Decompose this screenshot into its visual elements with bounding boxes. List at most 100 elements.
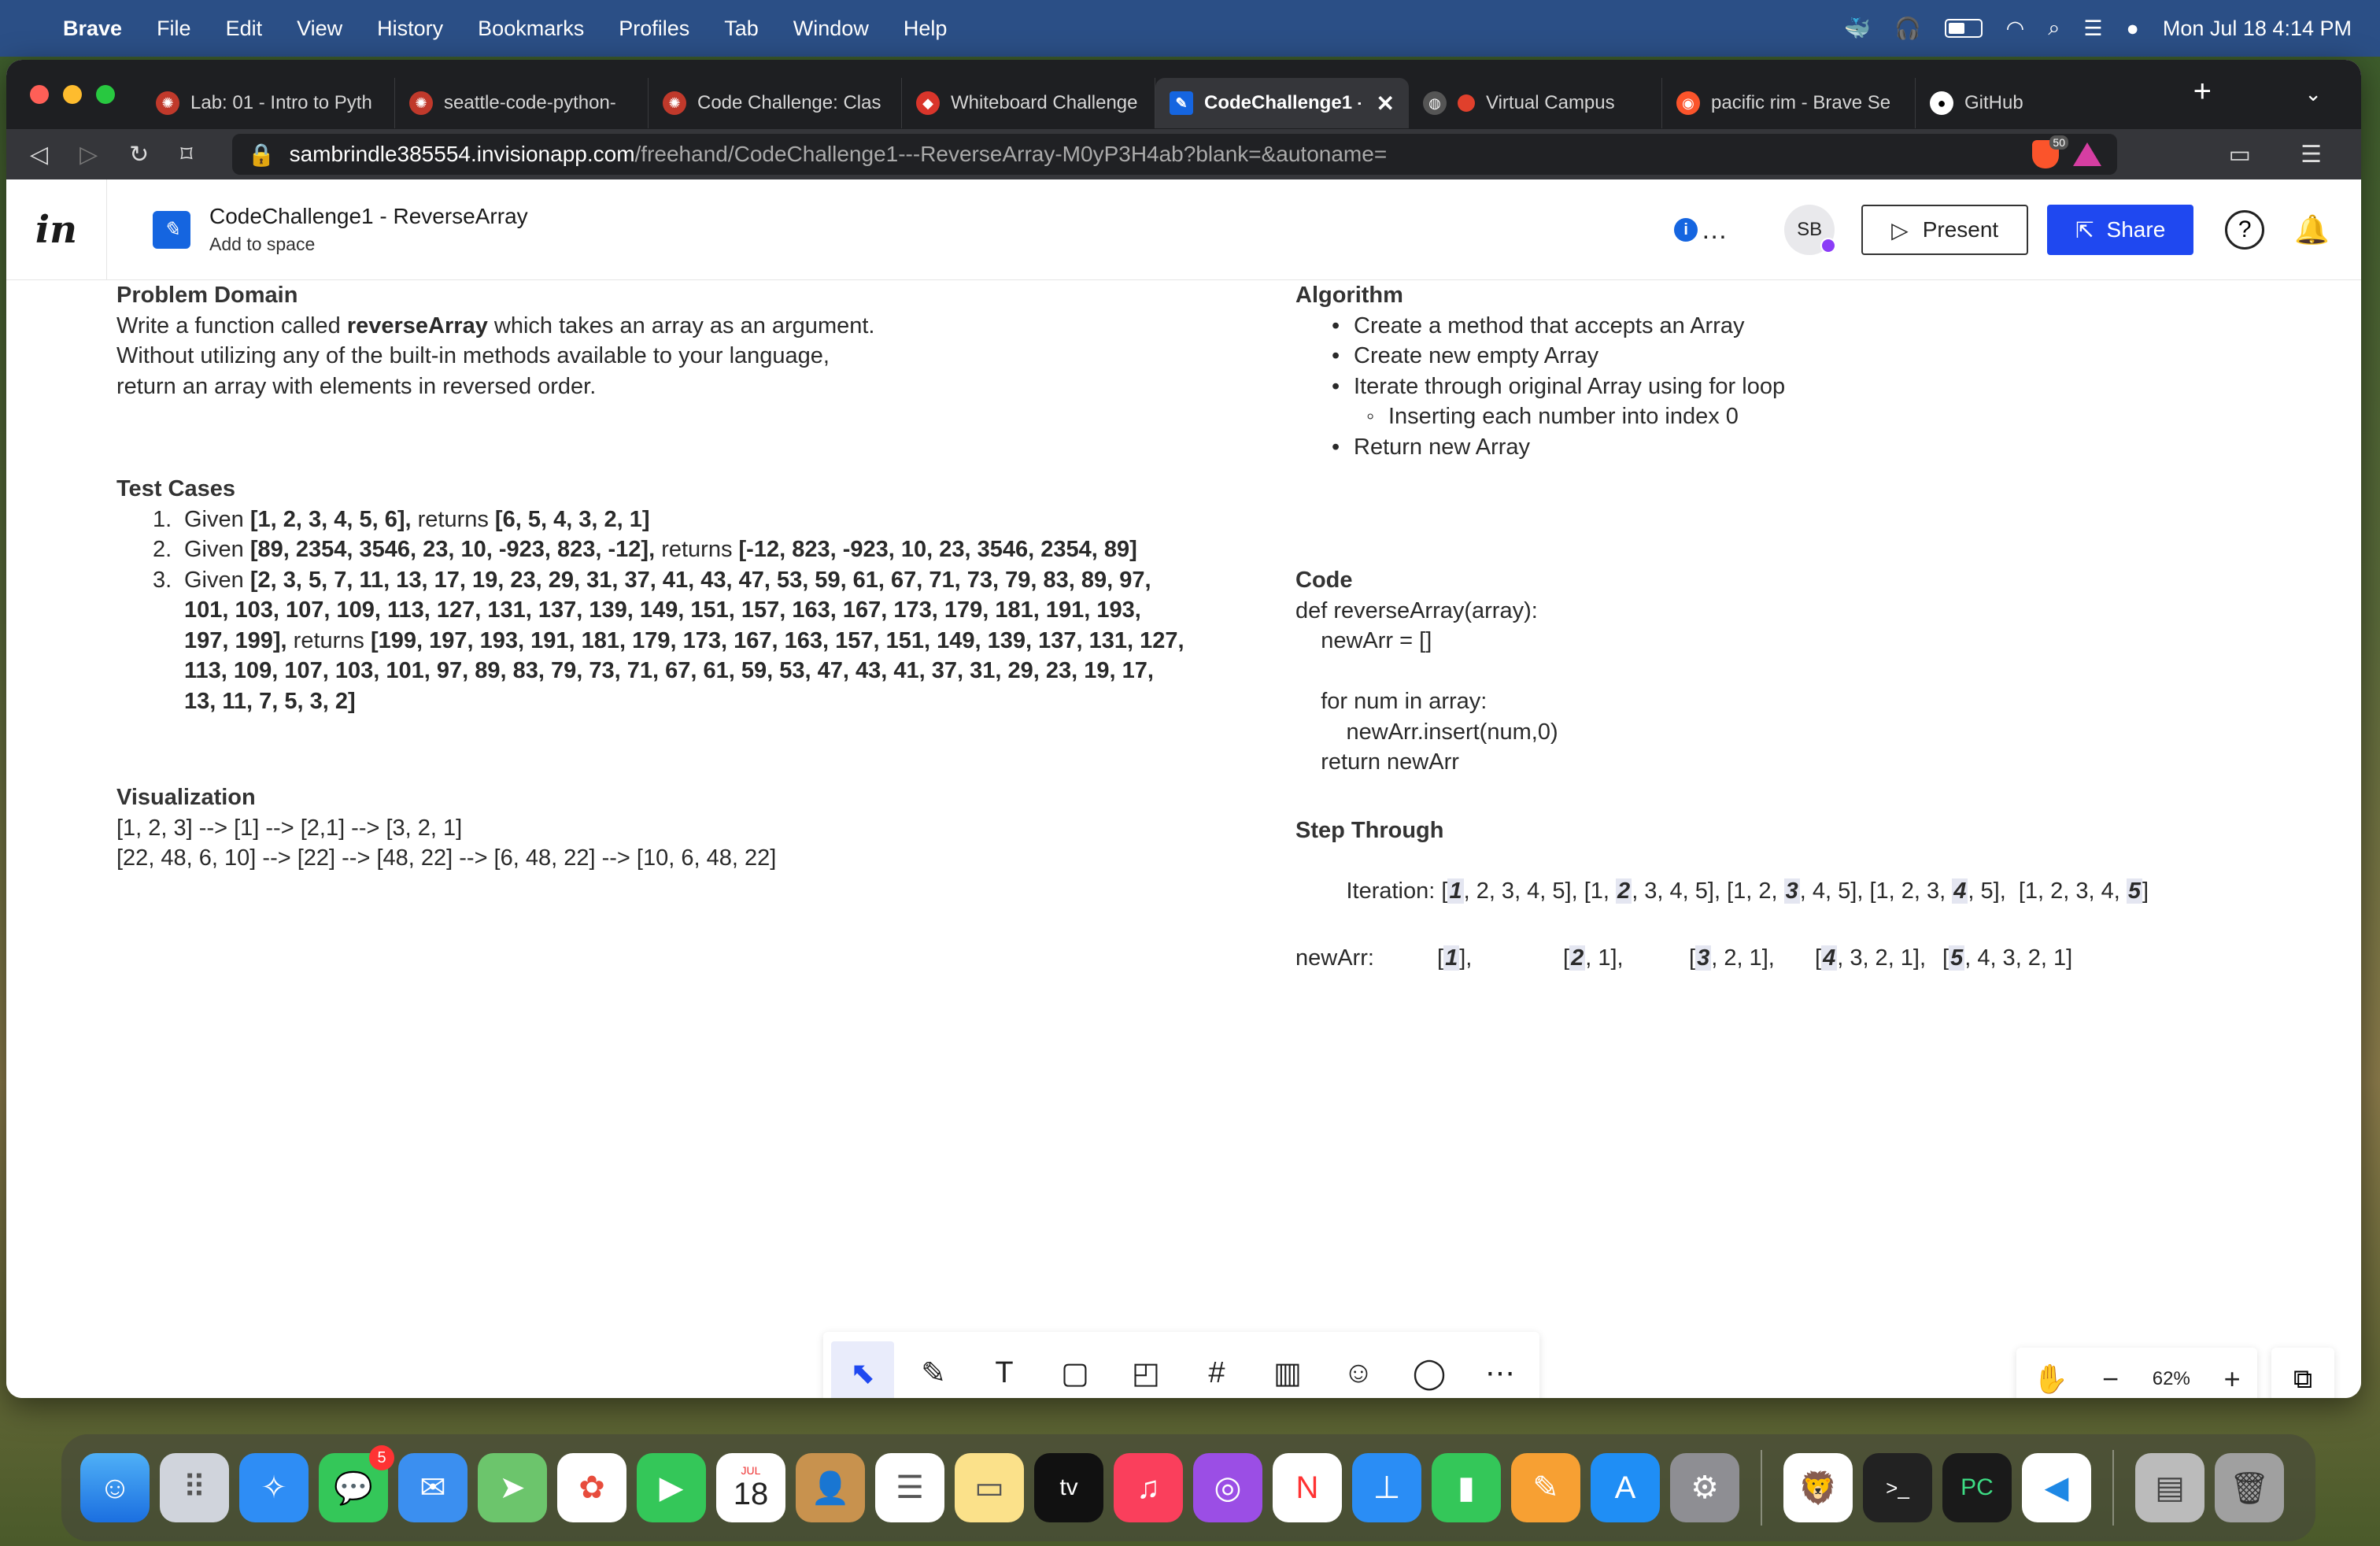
apple-tv-icon[interactable]: tv bbox=[1034, 1453, 1103, 1522]
keynote-icon[interactable]: ⊥ bbox=[1352, 1453, 1421, 1522]
chevron-down-icon[interactable]: ⌄ bbox=[2304, 82, 2322, 106]
zoom-in-button[interactable]: + bbox=[2224, 1363, 2241, 1396]
invision-logo[interactable]: in bbox=[6, 179, 107, 280]
test-cases-block[interactable]: Test Cases 1. Given [1, 2, 3, 4, 5, 6], r… bbox=[116, 474, 1187, 716]
newarr-block[interactable]: newArr: [1], [2, 1], [3, 2, 1], [4, 3, 2… bbox=[1295, 943, 2334, 975]
downloads-stack-icon[interactable]: ▤ bbox=[2135, 1453, 2204, 1522]
sticky-note-icon[interactable]: ◰ bbox=[1114, 1341, 1177, 1398]
podcasts-icon[interactable]: ◎ bbox=[1193, 1453, 1262, 1522]
launchpad-icon[interactable]: ⠿ bbox=[160, 1453, 229, 1522]
sticker-icon[interactable]: ☺ bbox=[1327, 1341, 1390, 1398]
select-tool-icon[interactable]: ⬉ bbox=[831, 1341, 894, 1398]
frame-tool-icon[interactable]: # bbox=[1185, 1341, 1248, 1398]
tab-whiteboard[interactable]: ◆ Whiteboard Challenge bbox=[902, 78, 1155, 128]
tab-pacific-rim[interactable]: ◉ pacific rim - Brave Se bbox=[1662, 78, 1916, 128]
airpods-icon[interactable]: 🎧 bbox=[1894, 16, 1921, 41]
tab-codechallenge1[interactable]: ✎ CodeChallenge1 - ✕ bbox=[1155, 78, 1409, 128]
messages-icon[interactable]: 💬 5 bbox=[319, 1445, 394, 1522]
docker-icon[interactable]: 🐳 bbox=[1844, 16, 1871, 41]
tab-lab01[interactable]: ✺ Lab: 01 - Intro to Pyth bbox=[142, 78, 395, 128]
forward-button[interactable]: ▷ bbox=[79, 141, 98, 168]
layout-tool-icon[interactable]: ▥ bbox=[1256, 1341, 1319, 1398]
trash-icon[interactable]: 🗑 bbox=[2215, 1453, 2284, 1522]
tab-virtual-campus[interactable]: ◍ Virtual Campus bbox=[1409, 78, 1662, 128]
tab-github[interactable]: ● GitHub bbox=[1916, 78, 2169, 128]
siri-icon[interactable]: ● bbox=[2127, 17, 2139, 41]
menubar-app-name[interactable]: Brave bbox=[63, 17, 122, 41]
news-icon[interactable]: N bbox=[1273, 1453, 1342, 1522]
close-tab-icon[interactable]: ✕ bbox=[1377, 91, 1395, 117]
hand-tool-icon[interactable]: ✋ bbox=[2033, 1363, 2068, 1396]
menu-bookmarks[interactable]: Bookmarks bbox=[478, 17, 584, 41]
menu-help[interactable]: Help bbox=[904, 17, 948, 41]
control-center-icon[interactable]: ☰ bbox=[2083, 17, 2102, 41]
close-window-button[interactable] bbox=[30, 85, 49, 104]
music-icon[interactable]: ♫ bbox=[1114, 1453, 1183, 1522]
present-button[interactable]: ▷ Present bbox=[1861, 205, 2029, 255]
brave-shields-icon[interactable]: 50 bbox=[2032, 135, 2068, 168]
code-block[interactable]: Code def reverseArray(array): newArr = [… bbox=[1295, 565, 2082, 778]
finder-icon[interactable]: ☺ bbox=[80, 1453, 150, 1522]
notes-icon[interactable]: ▭ bbox=[955, 1453, 1024, 1522]
maps-icon[interactable]: ➤ bbox=[478, 1453, 547, 1522]
menu-profiles[interactable]: Profiles bbox=[619, 17, 689, 41]
wifi-icon[interactable]: ◠ bbox=[2006, 17, 2025, 41]
pages-icon[interactable]: ✎ bbox=[1511, 1453, 1580, 1522]
brave-rewards-icon[interactable] bbox=[2073, 142, 2101, 166]
menu-tab[interactable]: Tab bbox=[724, 17, 759, 41]
back-button[interactable]: ◁ bbox=[30, 141, 48, 168]
menu-view[interactable]: View bbox=[297, 17, 342, 41]
tab-seattle-code[interactable]: ✺ seattle-code-python- bbox=[395, 78, 649, 128]
reminders-icon[interactable]: ☰ bbox=[875, 1453, 944, 1522]
contacts-icon[interactable]: 👤 bbox=[796, 1453, 865, 1522]
add-to-space-link[interactable]: Add to space bbox=[209, 234, 528, 255]
menu-history[interactable]: History bbox=[377, 17, 443, 41]
bell-icon[interactable]: 🔔 bbox=[2294, 213, 2330, 246]
facetime-icon[interactable]: ▶ bbox=[637, 1453, 706, 1522]
spotlight-icon[interactable]: ⌕ bbox=[2048, 16, 2060, 41]
comment-icon[interactable]: ◯ bbox=[1398, 1341, 1461, 1398]
help-icon[interactable]: ? bbox=[2225, 210, 2265, 250]
menu-icon[interactable]: ☰ bbox=[2301, 141, 2322, 168]
reload-button[interactable]: ↻ bbox=[129, 141, 149, 168]
bookmark-icon[interactable]: ⌑ bbox=[180, 141, 192, 168]
mail-icon[interactable]: ✉ bbox=[398, 1453, 468, 1522]
wallet-icon[interactable]: ▭ bbox=[2229, 141, 2251, 168]
app-store-icon[interactable]: A bbox=[1591, 1453, 1660, 1522]
pen-tool-icon[interactable]: ✎ bbox=[902, 1341, 965, 1398]
problem-domain-block[interactable]: Problem Domain Write a function called r… bbox=[116, 280, 1218, 401]
menu-edit[interactable]: Edit bbox=[226, 17, 263, 41]
safari-icon[interactable]: ✧ bbox=[239, 1453, 309, 1522]
info-icon[interactable]: i bbox=[1674, 218, 1698, 242]
zoom-out-button[interactable]: − bbox=[2102, 1363, 2119, 1396]
pycharm-icon[interactable]: PC bbox=[1942, 1453, 2012, 1522]
battery-icon[interactable] bbox=[1944, 19, 1983, 38]
photos-icon[interactable]: ✿ bbox=[557, 1453, 626, 1522]
more-options-icon[interactable]: … bbox=[1701, 215, 1729, 246]
text-tool-icon[interactable]: T bbox=[973, 1341, 1036, 1398]
brave-browser-icon[interactable]: 🦁 bbox=[1783, 1453, 1853, 1522]
zoom-level[interactable]: 62% bbox=[2153, 1368, 2190, 1390]
visualization-block[interactable]: Visualization [1, 2, 3] --> [1] --> [2,1… bbox=[116, 782, 1218, 874]
zoom-window-button[interactable] bbox=[96, 85, 115, 104]
system-preferences-icon[interactable]: ⚙ bbox=[1670, 1453, 1739, 1522]
minimize-window-button[interactable] bbox=[63, 85, 82, 104]
freehand-canvas[interactable]: Problem Domain Write a function called r… bbox=[6, 280, 2361, 1398]
minimap-icon[interactable]: ⧉ bbox=[2271, 1348, 2334, 1398]
avatar[interactable]: SB bbox=[1784, 205, 1837, 255]
vscode-icon[interactable]: ◀ bbox=[2022, 1453, 2091, 1522]
menu-window[interactable]: Window bbox=[793, 17, 869, 41]
step-through-block[interactable]: Step Through Iteration: [1, 2, 3, 4, 5],… bbox=[1295, 816, 2334, 937]
terminal-icon[interactable]: >_ bbox=[1863, 1453, 1932, 1522]
numbers-icon[interactable]: ▮ bbox=[1432, 1453, 1501, 1522]
share-button[interactable]: ⇱ Share bbox=[2047, 205, 2194, 255]
url-field[interactable]: 🔒 sambrindle385554.invisionapp.com/freeh… bbox=[231, 134, 2117, 175]
more-tools-icon[interactable]: ⋯ bbox=[1469, 1341, 1532, 1398]
menubar-clock[interactable]: Mon Jul 18 4:14 PM bbox=[2163, 17, 2352, 41]
algorithm-block[interactable]: Algorithm Create a method that accepts a… bbox=[1295, 280, 2240, 462]
menu-file[interactable]: File bbox=[157, 17, 191, 41]
document-title[interactable]: CodeChallenge1 - ReverseArray bbox=[209, 204, 528, 229]
calendar-icon[interactable]: JUL 18 bbox=[716, 1453, 785, 1522]
shape-tool-icon[interactable]: ▢ bbox=[1044, 1341, 1107, 1398]
new-tab-button[interactable]: + bbox=[2193, 74, 2212, 109]
